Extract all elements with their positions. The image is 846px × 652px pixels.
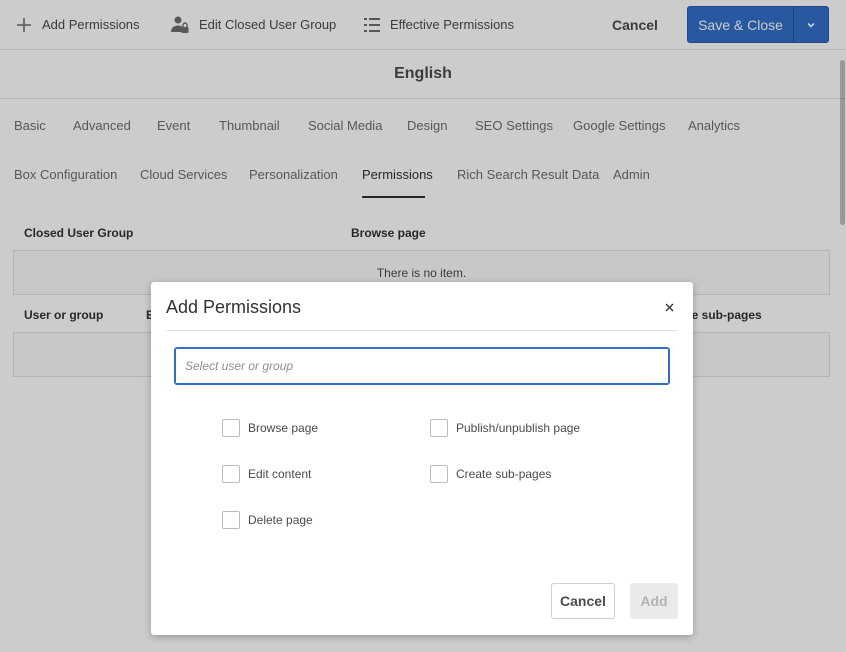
checkbox-delete-page[interactable]: Delete page [222,511,313,529]
dialog-title: Add Permissions [166,297,302,317]
checkbox-label: Delete page [248,513,313,527]
close-button[interactable] [661,299,677,315]
scrollbar[interactable] [840,60,845,225]
dialog-cancel-button[interactable]: Cancel [551,583,615,619]
checkbox-publish-unpublish-page[interactable]: Publish/unpublish page [430,419,580,437]
checkbox-box[interactable] [430,419,448,437]
checkbox-box[interactable] [222,419,240,437]
checkbox-browse-page[interactable]: Browse page [222,419,318,437]
checkbox-box[interactable] [430,465,448,483]
close-icon [665,303,673,311]
checkbox-label: Create sub-pages [456,467,552,481]
user-group-input[interactable] [174,347,670,385]
add-permissions-dialog: Add Permissions Browse page Publish/unpu… [151,282,693,635]
checkbox-label: Browse page [248,421,319,435]
checkbox-label: Publish/unpublish page [456,421,581,435]
checkbox-create-sub-pages[interactable]: Create sub-pages [430,465,551,483]
checkbox-box[interactable] [222,465,240,483]
dialog-add-button[interactable]: Add [630,583,678,619]
dialog-divider [166,330,678,331]
checkbox-edit-content[interactable]: Edit content [222,465,311,483]
checkbox-box[interactable] [222,511,240,529]
checkbox-label: Edit content [248,467,312,481]
